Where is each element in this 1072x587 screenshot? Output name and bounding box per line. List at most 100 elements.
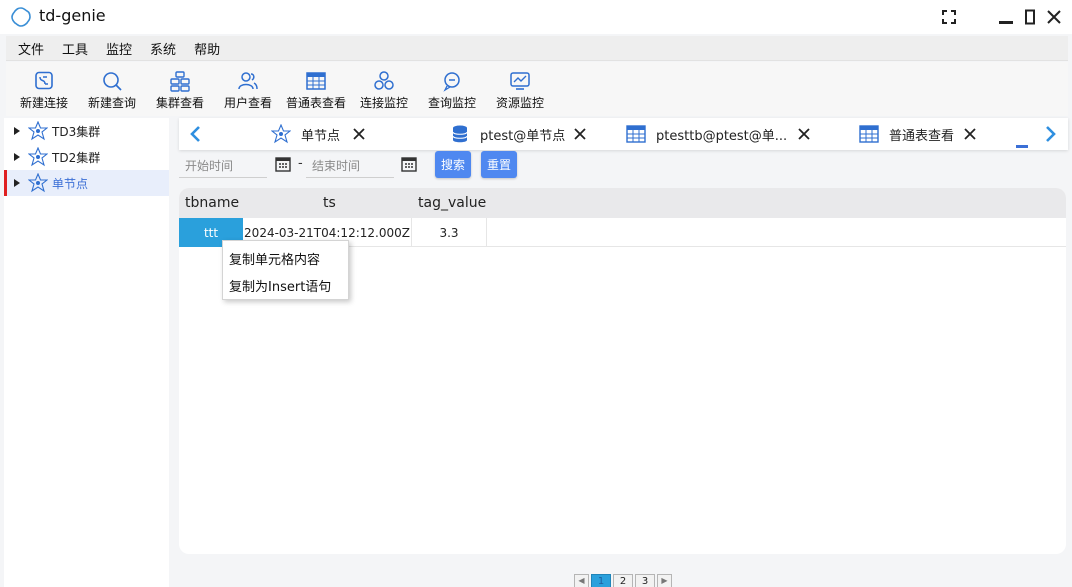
minimize-icon	[999, 21, 1013, 24]
calendar-icon[interactable]	[401, 156, 417, 172]
page-button[interactable]: 1	[591, 574, 611, 587]
user-view-label: 用户查看	[223, 96, 272, 110]
connection-monitor-button[interactable]: 连接监控	[350, 62, 418, 116]
tab-label: ptesttb@ptest@单...	[656, 128, 788, 144]
table-view-icon	[306, 72, 326, 90]
app-logo-icon	[11, 7, 31, 27]
tab-table-view[interactable]: 普通表查看	[859, 118, 954, 150]
table-header: tbname ts tag_value	[179, 188, 1066, 218]
start-time-input[interactable]	[179, 154, 267, 178]
expand-arrow-icon[interactable]	[14, 179, 20, 187]
new-connection-label: 新建连接	[19, 96, 68, 110]
tab-label: ptest@单节点	[480, 128, 566, 144]
cluster-view-label: 集群查看	[155, 96, 204, 110]
new-query-label: 新建查询	[87, 96, 136, 110]
range-separator: -	[298, 156, 303, 171]
new-query-icon	[103, 72, 122, 91]
user-view-icon	[238, 72, 258, 90]
tab-subtable[interactable]: ptesttb@ptest@单...	[626, 118, 787, 150]
cluster-node-icon	[28, 173, 48, 193]
copy-as-insert-menu-item[interactable]: 复制为Insert语句	[223, 272, 348, 299]
menu-tools[interactable]: 工具	[53, 39, 97, 58]
close-icon	[1047, 10, 1061, 24]
column-header-tag-value[interactable]: tag_value	[418, 195, 486, 211]
tree-item-label: 单节点	[52, 176, 89, 191]
query-monitor-button[interactable]: 查询监控	[418, 62, 486, 116]
app-window: td-genie 文件 工具 监控 系统 帮助 新建连接 新建查询 集群查看 用…	[0, 0, 1072, 587]
pagination: ◀ 1 2 3 ▶	[574, 574, 674, 587]
new-connection-button[interactable]: 新建连接	[10, 62, 78, 116]
tree-item-td2-cluster[interactable]: TD2集群	[4, 144, 169, 170]
maximize-button[interactable]	[1019, 6, 1041, 28]
fullscreen-icon	[942, 10, 956, 24]
cluster-node-icon	[28, 121, 48, 141]
connection-tree: TD3集群 TD2集群 单节点	[4, 118, 169, 587]
time-filter: - 搜索 重置	[179, 150, 1068, 184]
tab-close-icon[interactable]	[352, 127, 366, 141]
next-page-button[interactable]: ▶	[657, 574, 672, 587]
column-header-ts[interactable]: ts	[323, 195, 336, 211]
cluster-view-button[interactable]: 集群查看	[146, 62, 214, 116]
cell-context-menu: 复制单元格内容 复制为Insert语句	[222, 240, 349, 300]
table-icon	[859, 125, 879, 143]
menu-file[interactable]: 文件	[6, 39, 53, 58]
calendar-icon[interactable]	[275, 156, 291, 172]
tab-scroll-left-icon[interactable]	[186, 124, 206, 144]
column-header-tbname[interactable]: tbname	[185, 195, 239, 211]
page-button[interactable]: 3	[635, 574, 655, 587]
tab-single-node[interactable]: 单节点	[271, 118, 340, 150]
new-query-button[interactable]: 新建查询	[78, 62, 146, 116]
tab-database[interactable]: ptest@单节点	[450, 118, 565, 150]
maximize-icon	[1025, 9, 1035, 25]
menu-monitor[interactable]: 监控	[97, 39, 141, 58]
tab-close-icon[interactable]	[963, 127, 977, 141]
tree-item-td3-cluster[interactable]: TD3集群	[4, 118, 169, 144]
tab-close-icon[interactable]	[797, 127, 811, 141]
expand-arrow-icon[interactable]	[14, 127, 20, 135]
end-time-input[interactable]	[306, 154, 394, 178]
prev-arrow-icon: ◀	[578, 576, 585, 585]
user-view-button[interactable]: 用户查看	[214, 62, 282, 116]
database-icon	[452, 125, 468, 143]
query-monitor-label: 查询监控	[427, 96, 476, 110]
cell-tag-value[interactable]: 3.3	[412, 218, 487, 247]
resource-monitor-icon	[510, 72, 530, 90]
connection-monitor-label: 连接监控	[359, 96, 408, 110]
search-button[interactable]: 搜索	[435, 151, 471, 178]
connection-monitor-icon	[374, 71, 394, 90]
tab-label: 单节点	[301, 128, 341, 144]
table-view-label: 普通表查看	[285, 96, 346, 110]
resource-monitor-label: 资源监控	[495, 96, 544, 110]
title-bar: td-genie	[0, 0, 1072, 34]
node-icon	[271, 124, 291, 144]
menu-help[interactable]: 帮助	[185, 39, 229, 58]
toolbar: 新建连接 新建查询 集群查看 用户查看 普通表查看 连接监控 查询监控 资源监控	[6, 62, 1068, 116]
tab-overflow-indicator	[1016, 145, 1028, 148]
prev-page-button[interactable]: ◀	[574, 574, 589, 587]
app-title: td-genie	[39, 6, 106, 25]
resource-monitor-button[interactable]: 资源监控	[486, 62, 554, 116]
reset-button[interactable]: 重置	[481, 151, 517, 178]
tab-bar: 单节点 ptest@单节点 ptesttb@ptest@单... 普通表查看	[179, 118, 1068, 150]
cluster-view-icon	[170, 71, 190, 92]
table-view-button[interactable]: 普通表查看	[282, 62, 350, 116]
tab-scroll-right-icon[interactable]	[1040, 124, 1060, 144]
menu-bar: 文件 工具 监控 系统 帮助	[6, 36, 1068, 61]
tab-close-icon[interactable]	[573, 127, 587, 141]
tree-item-label: TD3集群	[52, 124, 101, 139]
cluster-node-icon	[28, 147, 48, 167]
next-arrow-icon: ▶	[661, 576, 668, 585]
tab-label: 普通表查看	[889, 128, 955, 144]
new-connection-icon	[35, 71, 53, 90]
close-button[interactable]	[1043, 6, 1065, 28]
tree-item-single-node[interactable]: 单节点	[4, 170, 169, 196]
minimize-button[interactable]	[995, 6, 1017, 28]
query-monitor-icon	[443, 72, 460, 92]
copy-cell-menu-item[interactable]: 复制单元格内容	[223, 245, 348, 272]
menu-system[interactable]: 系统	[141, 39, 185, 58]
page-button[interactable]: 2	[613, 574, 633, 587]
expand-arrow-icon[interactable]	[14, 153, 20, 161]
tree-item-label: TD2集群	[52, 150, 101, 165]
fullscreen-button[interactable]	[938, 6, 960, 28]
table-icon	[626, 125, 646, 143]
